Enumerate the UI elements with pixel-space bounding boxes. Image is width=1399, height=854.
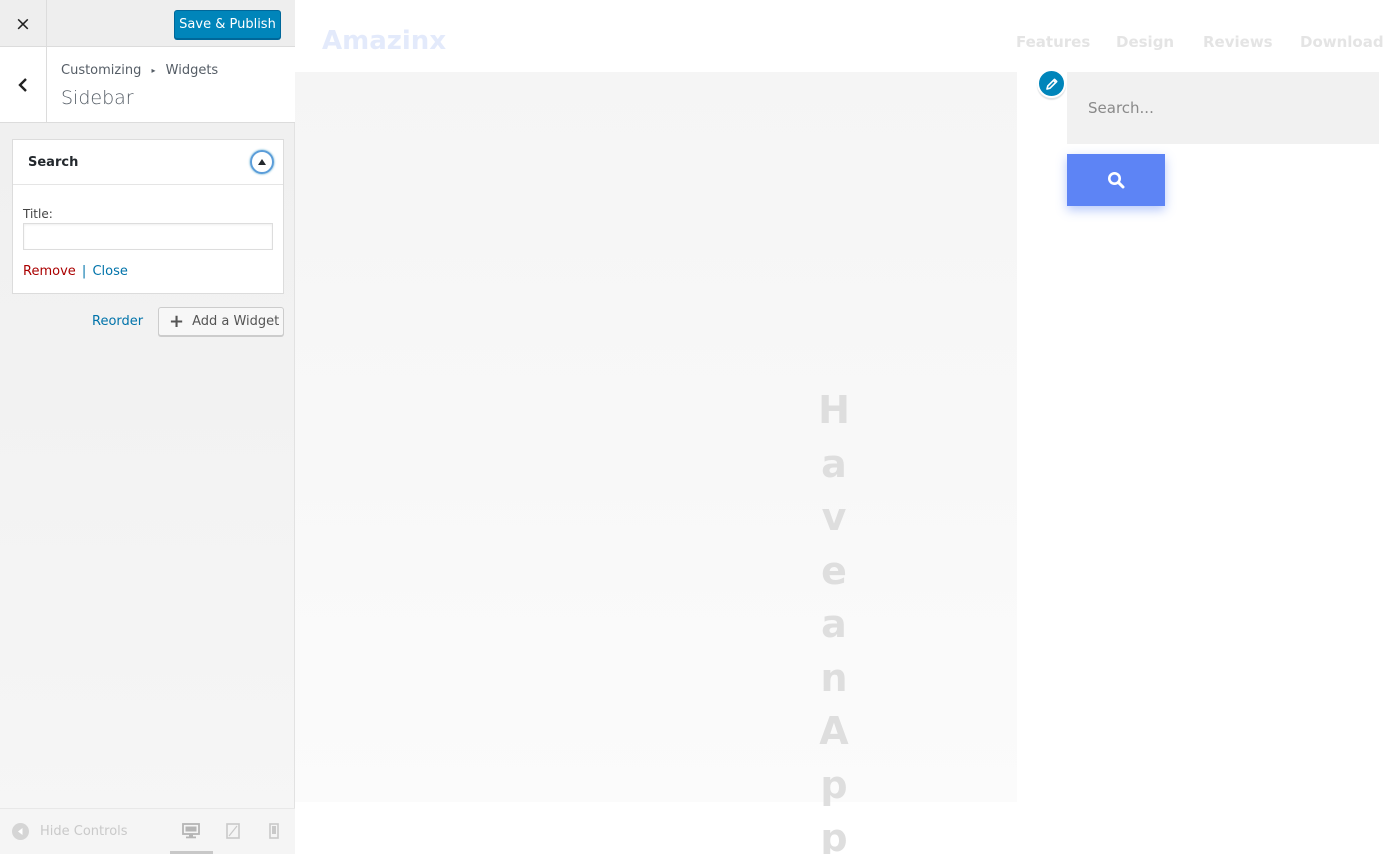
widget-toggle-button[interactable] [250, 150, 274, 174]
arrow-left-circle-icon [12, 823, 29, 840]
title-input[interactable] [23, 223, 273, 250]
customizer-footer: Hide Controls [0, 808, 295, 854]
search-submit-button[interactable] [1067, 154, 1165, 206]
hero-section [295, 72, 1017, 802]
breadcrumb-root: Customizing [61, 63, 142, 78]
section-header: Customizing ▸ Widgets Sidebar [0, 47, 295, 123]
hide-controls-button[interactable]: Hide Controls [12, 823, 128, 840]
section-title: Sidebar [61, 87, 134, 109]
customizer-app: × Save & Publish Customizing ▸ Widgets S… [0, 0, 1399, 854]
hero-letter: n [820, 655, 848, 700]
add-widget-button[interactable]: + Add a Widget [158, 307, 284, 336]
nav-item-features[interactable]: Features [1016, 33, 1090, 51]
remove-widget-link[interactable]: Remove [23, 264, 76, 279]
preview-mobile-button[interactable] [269, 823, 289, 841]
hero-letter: p [820, 816, 848, 854]
customizer-header: × Save & Publish [0, 0, 295, 47]
reorder-link[interactable]: Reorder [92, 314, 143, 329]
plus-icon: + [169, 310, 185, 332]
tablet-icon [226, 823, 240, 839]
preview-desktop-button[interactable] [182, 823, 202, 841]
nav-item-reviews[interactable]: Reviews [1203, 33, 1273, 51]
hero-letter: v [821, 495, 847, 539]
mobile-icon [269, 823, 279, 839]
pencil-icon [1045, 78, 1057, 90]
close-customizer-button[interactable]: × [0, 0, 47, 47]
save-publish-button[interactable]: Save & Publish [174, 10, 281, 39]
add-widget-label: Add a Widget [192, 314, 280, 329]
title-field-label: Title: [23, 207, 53, 221]
hero-letter: H [818, 388, 850, 432]
control-separator: | [81, 264, 87, 279]
hero-letter: A [819, 709, 849, 753]
nav-item-design[interactable]: Design [1116, 33, 1174, 51]
site-preview: Amazinx Features Design Reviews Download… [295, 0, 1399, 854]
hero-letter: a [821, 441, 847, 486]
chevron-left-icon [18, 77, 27, 92]
widget-title: Search [28, 155, 79, 170]
customizer-panel: × Save & Publish Customizing ▸ Widgets S… [0, 0, 295, 854]
search-icon [1108, 172, 1125, 189]
search-input[interactable] [1067, 72, 1379, 144]
close-icon: × [15, 12, 31, 35]
preview-tablet-button[interactable] [226, 823, 246, 841]
edit-widget-shortcut[interactable] [1037, 69, 1066, 98]
nav-item-download[interactable]: Download [1300, 33, 1384, 51]
hero-letter: e [821, 548, 847, 593]
close-widget-link[interactable]: Close [92, 264, 127, 279]
hide-controls-label: Hide Controls [40, 824, 128, 839]
site-logo[interactable]: Amazinx [322, 26, 446, 56]
site-header: Amazinx Features Design Reviews Download [295, 0, 1399, 72]
hero-heading: H a v e a n A p p [814, 388, 854, 854]
search-widget: Search Title: Remove | Close [12, 139, 284, 294]
arrow-up-icon [258, 159, 266, 165]
hero-letter: p [820, 762, 848, 807]
breadcrumb-separator: ▸ [151, 66, 156, 75]
hero-letter: a [821, 602, 847, 646]
breadcrumb: Customizing ▸ Widgets [61, 63, 218, 78]
widget-header[interactable]: Search [13, 140, 283, 185]
back-button[interactable] [0, 47, 47, 122]
desktop-icon [182, 823, 200, 839]
breadcrumb-current: Widgets [165, 63, 219, 78]
widget-controls: Remove | Close [23, 264, 128, 279]
